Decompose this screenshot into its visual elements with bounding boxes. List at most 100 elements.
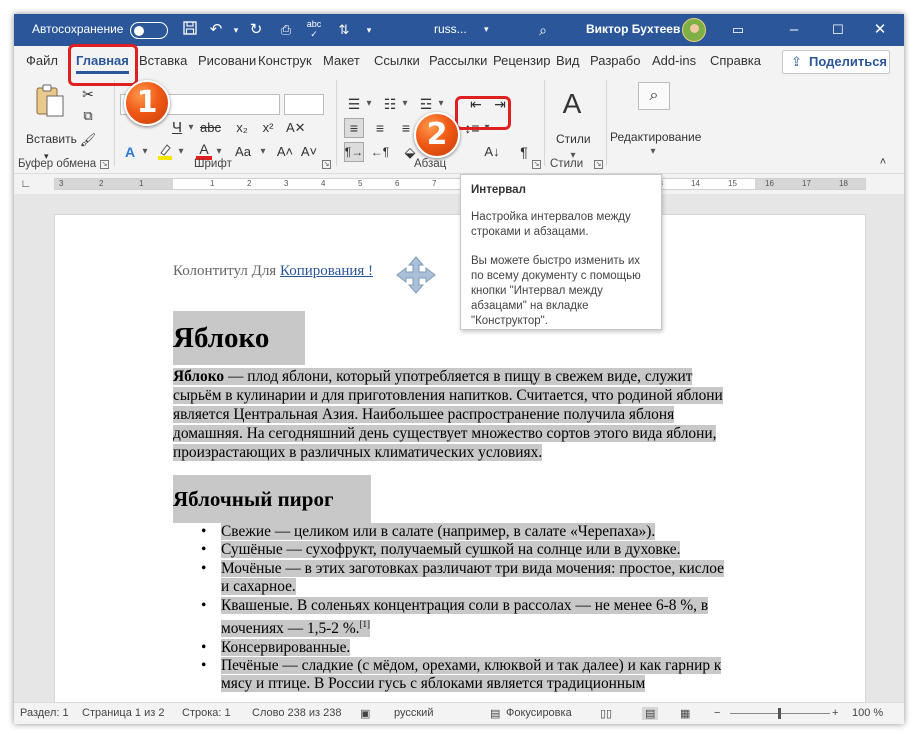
status-language[interactable]: русский [394,707,433,719]
copy-icon[interactable]: ⧉ [78,106,98,126]
collapse-ribbon-icon[interactable]: ˄ [876,152,890,172]
sort-icon[interactable]: ⇅ [334,20,354,40]
text-effects-dropdown-icon[interactable]: ▾ [140,142,150,162]
tab-developer[interactable]: Разрабо [590,53,640,68]
cut-icon[interactable]: ✂ [78,84,98,104]
paragraph-launcher-icon[interactable]: ↘ [532,160,541,169]
multilevel-dropdown-icon[interactable]: ▾ [436,94,446,114]
status-line[interactable]: Строка: 1 [182,707,231,719]
heading-1[interactable]: Яблоко [173,311,305,365]
customize-qat-icon[interactable]: ▾ [359,20,379,40]
strikethrough-icon[interactable]: abc [200,118,221,138]
underline-dropdown-icon[interactable]: ▾ [186,118,196,138]
editing-dropdown-icon[interactable]: ▾ [648,142,658,162]
list-item[interactable]: Квашеные. В соленьях концентрация соли в… [173,596,773,639]
highlight-dropdown-icon[interactable]: ▾ [176,142,186,162]
numbering-dropdown-icon[interactable]: ▾ [400,94,410,114]
status-page[interactable]: Страница 1 из 2 [82,707,164,719]
list-item[interactable]: Мочёные — в этих заготовках различают тр… [173,559,773,597]
minimize-icon[interactable]: – [784,20,804,40]
bullets-dropdown-icon[interactable]: ▾ [364,94,374,114]
list-item[interactable]: Печёные — сладкие (с мёдом, орехами, клю… [173,656,773,694]
tab-mailings[interactable]: Рассылки [429,53,487,68]
align-right-icon[interactable]: ≡ [396,118,416,138]
bullets-icon[interactable]: ☰ [344,94,364,114]
change-case-dropdown-icon[interactable]: ▾ [258,142,268,162]
ribbon-display-icon[interactable]: ▭ [728,20,748,40]
tab-insert[interactable]: Вставка [139,53,187,68]
footnote-ref[interactable]: [1] [360,619,371,629]
heading-2[interactable]: Яблочный пирог [173,475,371,523]
highlight-icon[interactable] [156,142,174,162]
zoom-in-icon[interactable]: + [832,707,838,719]
proofing-icon[interactable]: ▣ [360,707,370,720]
undo-icon[interactable]: ↶ [206,20,226,40]
search-icon[interactable]: ⌕ [533,20,553,40]
header-link[interactable]: Копирования ! [280,263,373,279]
paste-icon[interactable] [30,82,70,122]
grow-font-icon[interactable]: A˄ [276,142,294,162]
status-words[interactable]: Слово 238 из 238 [252,707,342,719]
redo-icon[interactable]: ↻ [246,20,266,40]
multilevel-list-icon[interactable]: ☲ [416,94,436,114]
list-item[interactable]: Сушёные — сухофрукт, получаемый сушкой н… [173,541,773,560]
change-case-icon[interactable]: Aa [230,142,256,162]
filename-dropdown-icon[interactable]: ▾ [484,24,489,35]
tab-layout[interactable]: Макет [323,53,360,68]
status-zoom[interactable]: 100 % [852,707,883,719]
show-marks-icon[interactable]: ¶ [514,142,534,162]
numbering-icon[interactable]: ☷ [380,94,400,114]
font-size-combo[interactable] [284,94,324,115]
tab-view[interactable]: Вид [556,53,580,68]
text-effects-icon[interactable]: A [122,142,138,162]
document-filename[interactable]: russ... [434,22,467,36]
tab-selector-icon[interactable]: ∟ [18,174,34,194]
print-layout-icon[interactable]: ▤ [642,707,659,720]
tab-references[interactable]: Ссылки [374,53,420,68]
save-icon[interactable] [180,20,200,40]
focus-icon[interactable]: ▤ [490,707,500,720]
styles-icon[interactable]: A [552,84,592,124]
tab-help[interactable]: Справка [710,53,761,68]
rtl-icon[interactable]: ←¶ [370,142,390,162]
body-paragraph[interactable]: Яблоко — плод яблони, который употребляе… [173,367,755,462]
subscript-icon[interactable]: x₂ [234,118,250,138]
zoom-out-icon[interactable]: − [714,707,720,719]
underline-icon[interactable]: Ч [170,118,184,138]
tab-draw[interactable]: Рисовани [198,53,256,68]
spelling-icon[interactable]: abc ✓ [304,19,324,39]
web-layout-icon[interactable]: ▦ [680,707,690,720]
list-item[interactable]: Консервированные. [173,638,773,657]
page-header[interactable]: Колонтитул Для Копирования ! [173,263,373,280]
tab-addins[interactable]: Add-ins [652,53,696,68]
clear-formatting-icon[interactable]: A✕ [286,118,306,138]
editing-search-icon[interactable]: ⌕ [638,82,670,110]
superscript-icon[interactable]: x² [260,118,276,138]
zoom-slider-handle[interactable] [778,708,781,719]
font-launcher-icon[interactable]: ↘ [322,160,331,169]
list-item[interactable]: Свежие — целиком или в салате (например,… [173,523,773,542]
tab-file[interactable]: Файл [26,53,58,68]
read-mode-icon[interactable]: ▯▯ [600,707,612,720]
maximize-icon[interactable]: ☐ [828,20,848,40]
status-focus[interactable]: Фокусировка [506,707,572,719]
styles-launcher-icon[interactable]: ↘ [594,160,603,169]
user-name[interactable]: Виктор Бухтеев [586,22,680,36]
print-preview-icon[interactable]: ⎙ [276,20,296,40]
autosave-toggle[interactable] [130,22,168,39]
bullet-list[interactable]: Свежие — целиком или в салате (например,… [173,523,773,694]
tab-review[interactable]: Рецензир [493,53,551,68]
shrink-font-icon[interactable]: A˅ [300,142,318,162]
share-button[interactable]: ⇪ Поделиться [782,50,890,74]
user-avatar[interactable] [682,18,706,42]
undo-dropdown-icon[interactable]: ▾ [226,20,246,40]
move-icon[interactable] [393,255,439,295]
clipboard-launcher-icon[interactable]: ↘ [100,160,109,169]
sort-text-icon[interactable]: A↓ [482,142,502,162]
status-section[interactable]: Раздел: 1 [20,707,69,719]
format-painter-icon[interactable]: 🖌 [78,130,98,150]
tab-design[interactable]: Конструк [258,53,312,68]
align-center-icon[interactable]: ≡ [370,118,390,138]
document-area[interactable]: Колонтитул Для Копирования ! Яблоко Ябло… [14,194,904,702]
close-icon[interactable]: ✕ [870,20,890,40]
